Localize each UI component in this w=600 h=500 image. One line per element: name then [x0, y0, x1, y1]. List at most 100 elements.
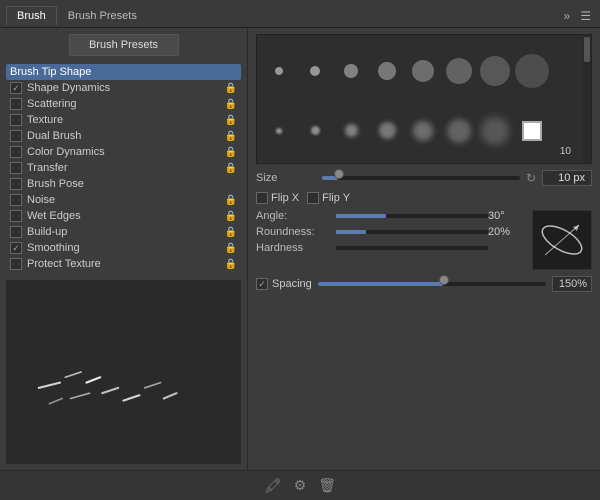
brush-cell[interactable] — [299, 104, 331, 157]
brush-settings-icon[interactable]: ⚙ — [294, 477, 307, 494]
panel-list: Brush Tip Shape ✓ Shape Dynamics 🔒 Scatt… — [6, 64, 241, 272]
angle-row: Angle: 30° — [256, 210, 528, 222]
lock-texture: 🔒 — [225, 115, 237, 126]
flip-y-label[interactable]: Flip Y — [307, 192, 350, 204]
spacing-value-input[interactable] — [552, 276, 592, 292]
lock-shape-dynamics: 🔒 — [225, 83, 237, 94]
scrollbar-space — [553, 41, 561, 100]
bottom-toolbar: 🖍 ⚙ 🗑 — [0, 470, 600, 500]
angle-value: 30° — [488, 210, 528, 222]
lock-wet-edges: 🔒 — [225, 211, 237, 222]
roundness-slider[interactable] — [336, 227, 488, 237]
delete-brush-icon[interactable]: 🗑 — [318, 477, 336, 494]
size-slider-track[interactable] — [322, 176, 520, 180]
flip-x-checkbox[interactable] — [256, 192, 268, 204]
spacing-slider-thumb[interactable] — [439, 275, 449, 285]
brush-cell[interactable] — [443, 104, 475, 157]
lock-transfer: 🔒 — [225, 163, 237, 174]
tab-brush[interactable]: Brush — [6, 6, 57, 25]
hardness-track — [336, 246, 488, 250]
list-item-brush-tip[interactable]: Brush Tip Shape — [6, 64, 241, 80]
flip-row: Flip X Flip Y — [256, 192, 592, 204]
reset-size-icon[interactable]: ↻ — [526, 171, 536, 185]
checkbox-noise[interactable] — [10, 194, 22, 206]
size-slider-thumb[interactable] — [334, 169, 344, 179]
list-item-color-dynamics[interactable]: Color Dynamics 🔒 — [6, 144, 241, 160]
grid-scrollbar-thumb[interactable] — [584, 37, 590, 62]
checkbox-dual-brush[interactable] — [10, 130, 22, 142]
checkbox-protect-texture[interactable] — [10, 258, 22, 270]
create-new-brush-icon[interactable]: 🖍 — [264, 477, 282, 494]
brush-cell[interactable] — [371, 104, 403, 157]
menu-icon[interactable]: ☰ — [577, 7, 594, 25]
brush-cell[interactable] — [335, 104, 367, 157]
brush-cell[interactable] — [299, 41, 331, 100]
tab-brush-presets[interactable]: Brush Presets — [57, 6, 148, 25]
list-item-noise[interactable]: Noise 🔒 — [6, 192, 241, 208]
brush-cell[interactable] — [335, 41, 367, 100]
grid-scrollbar[interactable] — [583, 35, 591, 163]
brush-cell[interactable] — [407, 104, 439, 157]
checkbox-color-dynamics[interactable] — [10, 146, 22, 158]
left-panel: Brush Presets Brush Tip Shape ✓ Shape Dy… — [0, 28, 248, 470]
angle-label: Angle: — [256, 210, 336, 222]
checkbox-transfer[interactable] — [10, 162, 22, 174]
list-item-scattering[interactable]: Scattering 🔒 — [6, 96, 241, 112]
checkbox-shape-dynamics[interactable]: ✓ — [10, 82, 22, 94]
list-item-smoothing[interactable]: ✓ Smoothing 🔒 — [6, 240, 241, 256]
list-item-texture[interactable]: Texture 🔒 — [6, 112, 241, 128]
angle-slider[interactable] — [336, 211, 488, 221]
brush-cell[interactable] — [407, 41, 439, 100]
roundness-row: Roundness: 20% — [256, 226, 528, 238]
lock-smoothing: 🔒 — [225, 243, 237, 254]
lock-color-dynamics: 🔒 — [225, 147, 237, 158]
list-item-build-up[interactable]: Build-up 🔒 — [6, 224, 241, 240]
spacing-checkbox[interactable]: ✓ — [256, 278, 268, 290]
list-item-transfer[interactable]: Transfer 🔒 — [6, 160, 241, 176]
list-item-shape-dynamics[interactable]: ✓ Shape Dynamics 🔒 — [6, 80, 241, 96]
brush-cell-selected[interactable] — [515, 104, 549, 157]
roundness-fill — [336, 230, 366, 234]
checkbox-smoothing[interactable]: ✓ — [10, 242, 22, 254]
size-value-input[interactable] — [542, 170, 592, 186]
list-item-protect-texture[interactable]: Protect Texture 🔒 — [6, 256, 241, 272]
brush-cell[interactable] — [443, 41, 475, 100]
list-item-brush-pose[interactable]: Brush Pose — [6, 176, 241, 192]
flip-x-text: Flip X — [271, 192, 299, 204]
expand-icon[interactable]: » — [561, 7, 574, 25]
size-slider-container — [322, 172, 520, 184]
brush-cell[interactable] — [371, 41, 403, 100]
angle-roundness-container: Angle: 30° Roundness: — [256, 210, 592, 270]
lock-build-up: 🔒 — [225, 227, 237, 238]
lock-noise: 🔒 — [225, 195, 237, 206]
flip-x-label[interactable]: Flip X — [256, 192, 299, 204]
brush-cell[interactable] — [263, 41, 295, 100]
hardness-row: Hardness — [256, 242, 528, 254]
flip-y-checkbox[interactable] — [307, 192, 319, 204]
hardness-slider[interactable] — [336, 243, 488, 253]
angle-track — [336, 214, 488, 218]
checkbox-wet-edges[interactable] — [10, 210, 22, 222]
size-label: Size — [256, 172, 316, 184]
brush-cell[interactable] — [515, 41, 549, 100]
brush-cell[interactable] — [479, 41, 511, 100]
brush-cell[interactable] — [263, 104, 295, 157]
spacing-cb-area: ✓ Spacing — [256, 278, 312, 290]
size-row: Size ↻ — [256, 170, 592, 186]
spacing-label: Spacing — [272, 278, 312, 290]
list-item-wet-edges[interactable]: Wet Edges 🔒 — [6, 208, 241, 224]
brush-presets-button[interactable]: Brush Presets — [69, 34, 179, 56]
checkbox-brush-pose[interactable] — [10, 178, 22, 190]
checkbox-scattering[interactable] — [10, 98, 22, 110]
brush-stroke-preview — [6, 280, 241, 464]
main-content: Brush Presets Brush Tip Shape ✓ Shape Dy… — [0, 28, 600, 470]
checkbox-texture[interactable] — [10, 114, 22, 126]
checkbox-build-up[interactable] — [10, 226, 22, 238]
tabs-bar: Brush Brush Presets » ☰ — [0, 0, 600, 28]
lock-scattering: 🔒 — [225, 99, 237, 110]
brush-grid-container: 10 — [256, 34, 592, 164]
list-item-dual-brush[interactable]: Dual Brush 🔒 — [6, 128, 241, 144]
spacing-slider-track[interactable] — [318, 282, 546, 286]
brush-cell[interactable] — [479, 104, 511, 157]
tab-icons: » ☰ — [561, 7, 594, 25]
